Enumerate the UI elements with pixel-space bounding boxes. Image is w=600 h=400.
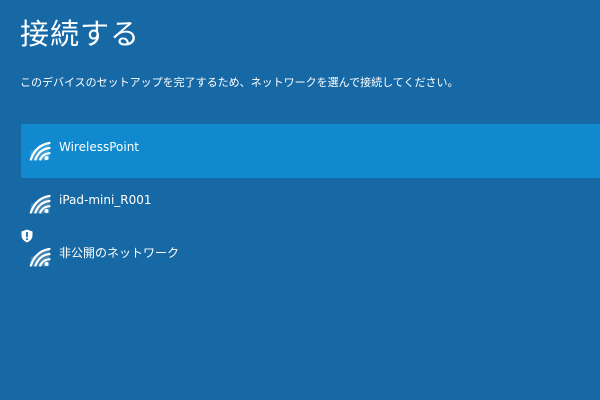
network-list[interactable]: WirelessPoint iPad-mini_R001 非公開のネットワーク <box>21 98 600 290</box>
page-title: 接続する <box>20 17 141 51</box>
wifi-icon <box>29 194 51 214</box>
network-name: 非公開のネットワーク <box>59 246 180 260</box>
network-item-partial[interactable] <box>21 98 600 111</box>
network-name: iPad-mini_R001 <box>59 193 152 207</box>
network-name: WirelessPoint <box>59 140 140 154</box>
network-item-ipad-mini[interactable]: iPad-mini_R001 <box>21 177 600 231</box>
network-item-wirelesspoint[interactable]: WirelessPoint <box>21 124 600 178</box>
wifi-icon <box>29 141 51 161</box>
shield-warning-icon <box>21 229 33 243</box>
instruction-text: このデバイスのセットアップを完了するため、ネットワークを選んで接続してください。 <box>20 76 459 89</box>
wifi-secured-warning-icon <box>29 247 51 267</box>
network-item-hidden-network[interactable]: 非公開のネットワーク <box>21 229 600 284</box>
